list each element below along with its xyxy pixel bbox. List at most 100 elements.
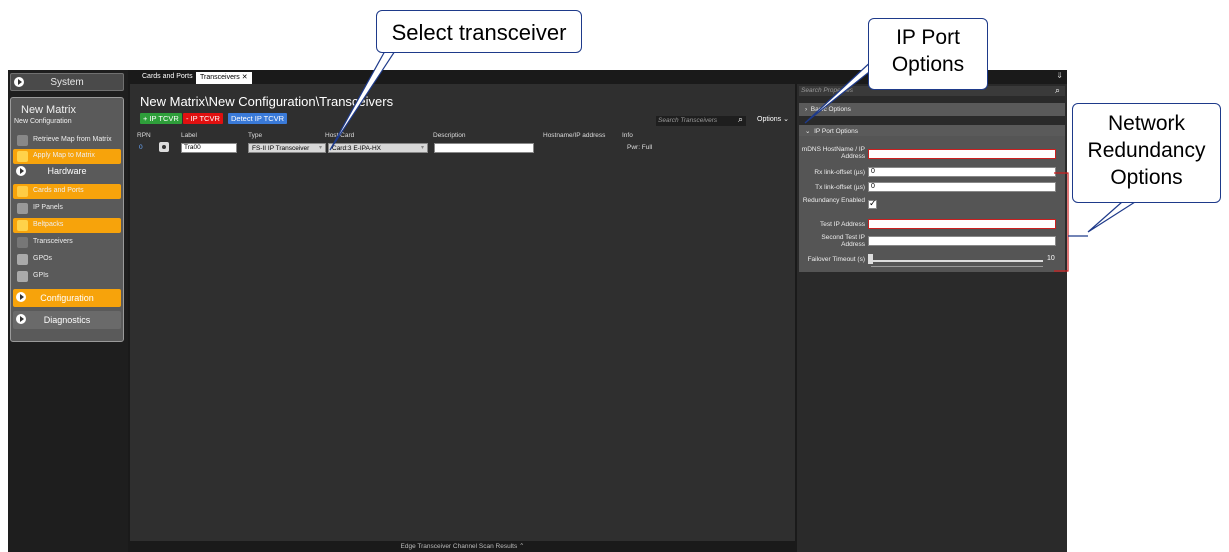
sidebar-item-cards-and-ports[interactable]: Cards and Ports [13,184,121,199]
redundancy-checkbox[interactable]: ✓ [868,198,877,209]
main-content: Cards and Ports Transceivers ✕ New Matri… [130,70,795,552]
ip-port-options-label: IP Port Options [814,128,859,135]
check-icon: ✓ [869,198,877,208]
failover-slider[interactable] [871,260,1043,262]
apply-map-label: Apply Map to Matrix [33,152,95,159]
host-card-dropdown[interactable]: Card:3 E-IPA-HX ▾ [328,143,428,153]
column-info[interactable]: Info [622,132,633,139]
sidebar-item-beltpacks[interactable]: Beltpacks [13,218,121,233]
tx-offset-field[interactable]: 0 [868,182,1056,192]
gpo-icon [17,254,28,265]
retrieve-map-label: Retrieve Map from Matrix [33,136,112,143]
rx-offset-field[interactable]: 0 [868,167,1056,177]
info-cell: Pwr: Full [627,144,653,151]
apply-map-item[interactable]: Apply Map to Matrix [13,149,121,164]
chevron-up-icon: ⌃ [519,543,525,550]
callout-select-transceiver: Select transceiver [376,10,582,53]
matrix-subtitle: New Configuration [14,118,72,125]
status-bar[interactable]: Edge Transceiver Channel Scan Results ⌃ [130,541,795,552]
configuration-header[interactable]: Configuration [13,289,121,307]
type-dropdown[interactable]: FS-II IP Transceiver ▾ [248,143,326,153]
retrieve-icon [17,135,28,146]
sidebar-item-gpis[interactable]: GPIs [13,269,121,284]
add-ip-tcvr-button[interactable]: + IP TCVR [140,113,182,124]
panel-icon [17,203,28,214]
callout-line: Options [891,53,965,76]
detect-ip-tcvr-button[interactable]: Detect IP TCVR [228,113,288,124]
callout-line: IP Port [896,26,960,49]
remove-ip-tcvr-button[interactable]: - IP TCVR [183,113,223,124]
matrix-panel: New Matrix New Configuration Retrieve Ma… [10,97,124,342]
options-label: Options [757,116,782,123]
gear-icon[interactable] [159,142,169,152]
basic-options-section[interactable]: › Basic Options [799,103,1065,116]
chevron-down-icon: ⌄ [783,116,789,123]
column-description[interactable]: Description [433,132,466,139]
hardware-header[interactable]: Hardware [13,164,121,179]
column-host-card[interactable]: Host Card [325,132,354,139]
chevron-right-icon: › [805,106,808,113]
callout-line: Network [1107,112,1186,135]
sidebar-item-label: GPOs [33,255,53,262]
type-value: FS-II IP Transceiver [252,145,310,152]
slider-track-lower [871,266,1043,267]
search-icon[interactable]: ⌕ [1055,85,1060,96]
callout-network-redundancy: Network Redundancy Options [1072,103,1221,203]
tab-cards-and-ports[interactable]: Cards and Ports [138,72,197,84]
second-test-ip-field[interactable] [868,236,1056,246]
tab-transceivers[interactable]: Transceivers ✕ [196,72,252,84]
system-button[interactable]: System [10,73,124,91]
search-icon[interactable]: ⌕ [738,114,743,125]
chevron-down-icon: ▾ [420,145,424,151]
sidebar-item-transceivers[interactable]: Transceivers [13,235,121,250]
test-ip-field[interactable] [868,219,1056,229]
options-dropdown[interactable]: Options ⌄ [757,115,789,123]
transceiver-icon [17,237,28,248]
chevron-down-icon: ⌄ [805,128,811,135]
search-transceivers-input[interactable]: Search Transceivers [656,116,746,126]
cards-icon [17,186,28,197]
callout-ip-port-options: IP Port Options [868,18,988,90]
mdns-field[interactable] [868,149,1056,159]
failover-value: 10 [1047,255,1055,262]
diagnostics-header[interactable]: Diagnostics [13,311,121,329]
slider-thumb[interactable] [868,254,873,264]
host-card-value: Card:3 E-IPA-HX [332,145,382,152]
sidebar-item-label: Transceivers [33,238,73,245]
configuration-label: Configuration [40,293,94,303]
column-type[interactable]: Type [248,132,262,139]
description-input[interactable] [434,143,534,153]
matrix-title: New Matrix [21,104,77,116]
app-window: System New Matrix New Configuration Retr… [8,70,1067,552]
redundancy-label: Redundancy Enabled [802,197,865,204]
column-hostname[interactable]: Hostname/IP address [543,132,605,139]
label-input[interactable]: Tra00 [181,143,237,153]
hardware-label: Hardware [47,166,87,176]
rpn-cell: 0 [139,144,143,151]
second-test-ip-label: Second Test IP Address [821,234,865,248]
diagnostics-label: Diagnostics [43,315,91,325]
column-label[interactable]: Label [181,132,197,139]
apply-icon [17,151,28,162]
callout-pointer-redundancy [1087,201,1138,233]
beltpack-icon [17,220,28,231]
sidebar: System New Matrix New Configuration Retr… [8,70,128,552]
gpi-icon [17,271,28,282]
page-title: New Matrix\New Configuration\Transceiver… [140,94,394,109]
tab-bar: Cards and Ports Transceivers ✕ [130,70,795,84]
failover-label: Failover Timeout (s) [807,256,865,263]
rx-label: Rx link-offset (µs) [814,169,865,176]
sidebar-item-label: Cards and Ports [33,187,84,194]
column-rpn[interactable]: RPN [137,132,151,139]
test-ip-label: Test IP Address [819,221,865,228]
chevron-down-icon: ▾ [318,145,322,151]
retrieve-map-item[interactable]: Retrieve Map from Matrix [13,133,121,148]
sidebar-item-ip-panels[interactable]: IP Panels [13,201,121,216]
basic-options-label: Basic Options [810,106,851,113]
tx-label: Tx link-offset (µs) [815,184,865,191]
sidebar-item-gpos[interactable]: GPOs [13,252,121,267]
sidebar-item-label: IP Panels [33,204,63,211]
sidebar-item-label: GPIs [33,272,49,279]
pin-icon[interactable]: ⇓ [1056,71,1063,80]
system-label: System [50,77,84,88]
